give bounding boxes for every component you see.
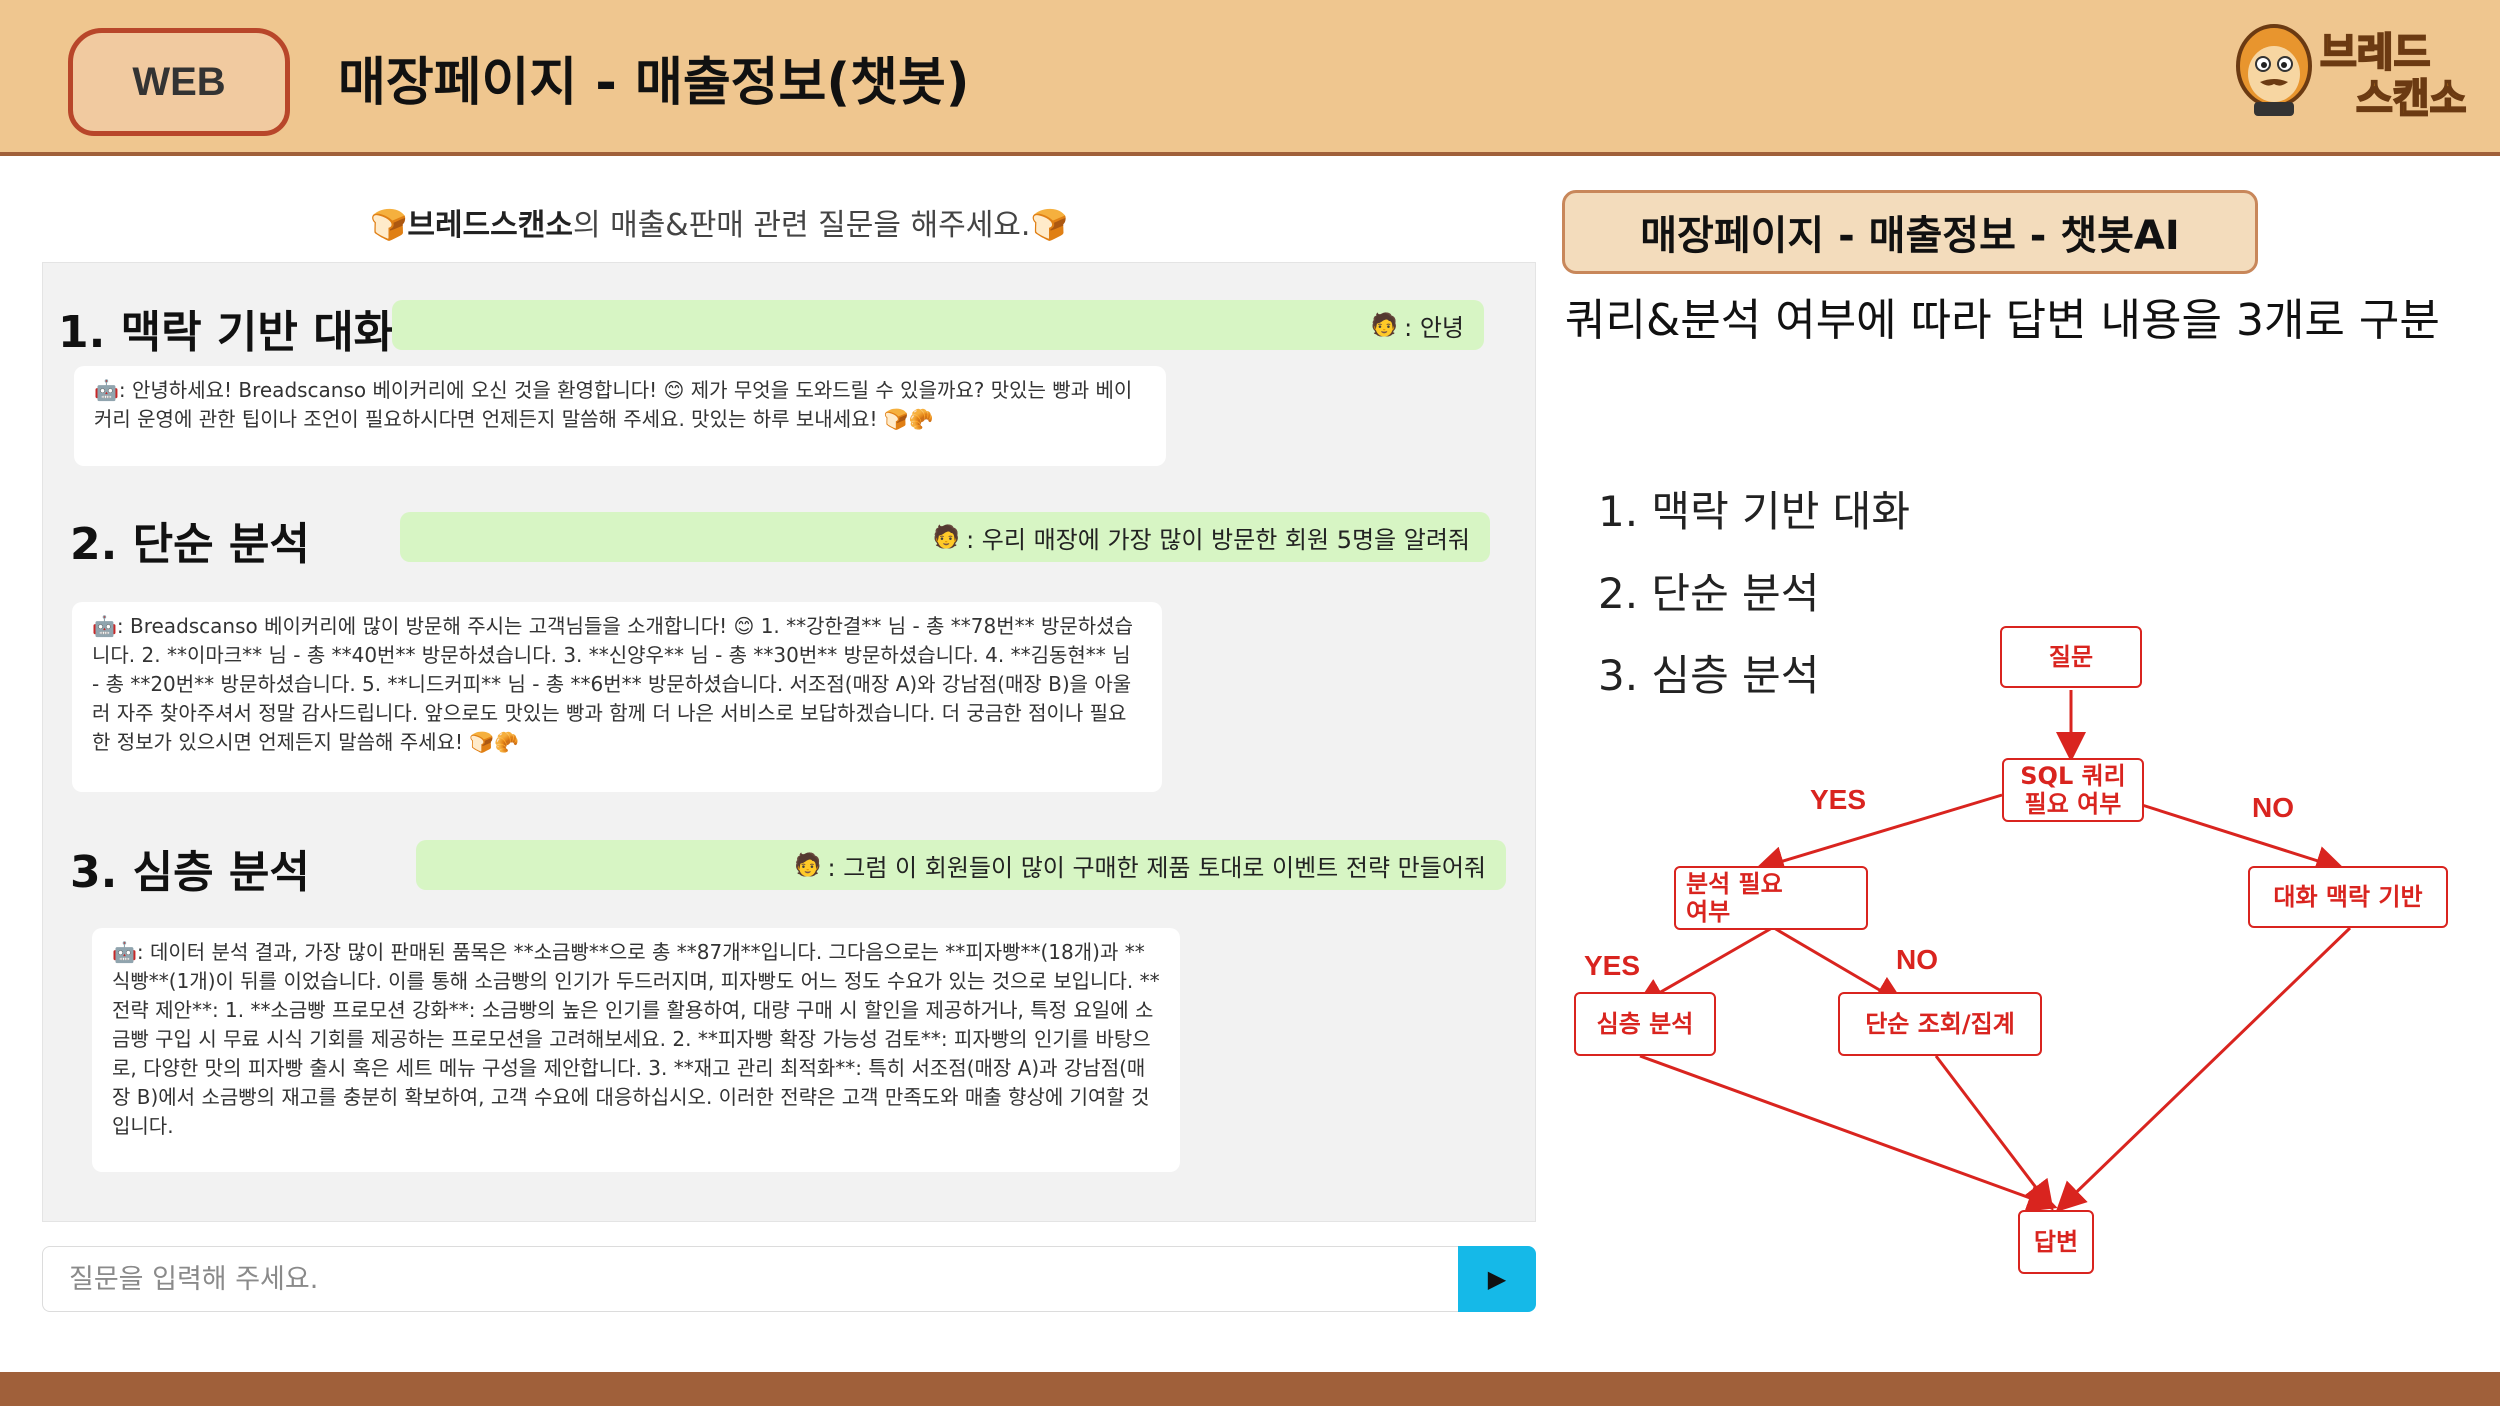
arrow-sql-yes <box>1754 793 2003 876</box>
arrow-deep-to-answer <box>1639 1054 2058 1212</box>
arrow-context-to-answer <box>2055 926 2352 1213</box>
flow-node-answer: 답변 <box>2018 1210 2094 1274</box>
flow-label-no: NO <box>2252 792 2294 823</box>
flow-label-no: NO <box>1896 944 1938 975</box>
flow-label-yes: YES <box>1584 950 1641 981</box>
flow-node-simple-query: 단순 조회/집계 <box>1838 992 2042 1056</box>
flow-node-sql-check: SQL 쿼리 필요 여부 <box>2002 758 2144 822</box>
arrow-analysis-no <box>1773 926 1906 1006</box>
flow-node-context-chat: 대화 맥락 기반 <box>2248 866 2448 928</box>
arrow-sql-no <box>2141 803 2346 876</box>
flow-node-question: 질문 <box>2000 626 2142 688</box>
footer-band <box>0 1372 2500 1406</box>
flow-node-deep-analysis: 심층 분석 <box>1574 992 1716 1056</box>
flow-label-yes: YES <box>1810 784 1867 815</box>
flowchart-connectors <box>1634 690 2352 1213</box>
flow-node-analysis-check: 분석 필요 여부 <box>1674 866 1868 930</box>
